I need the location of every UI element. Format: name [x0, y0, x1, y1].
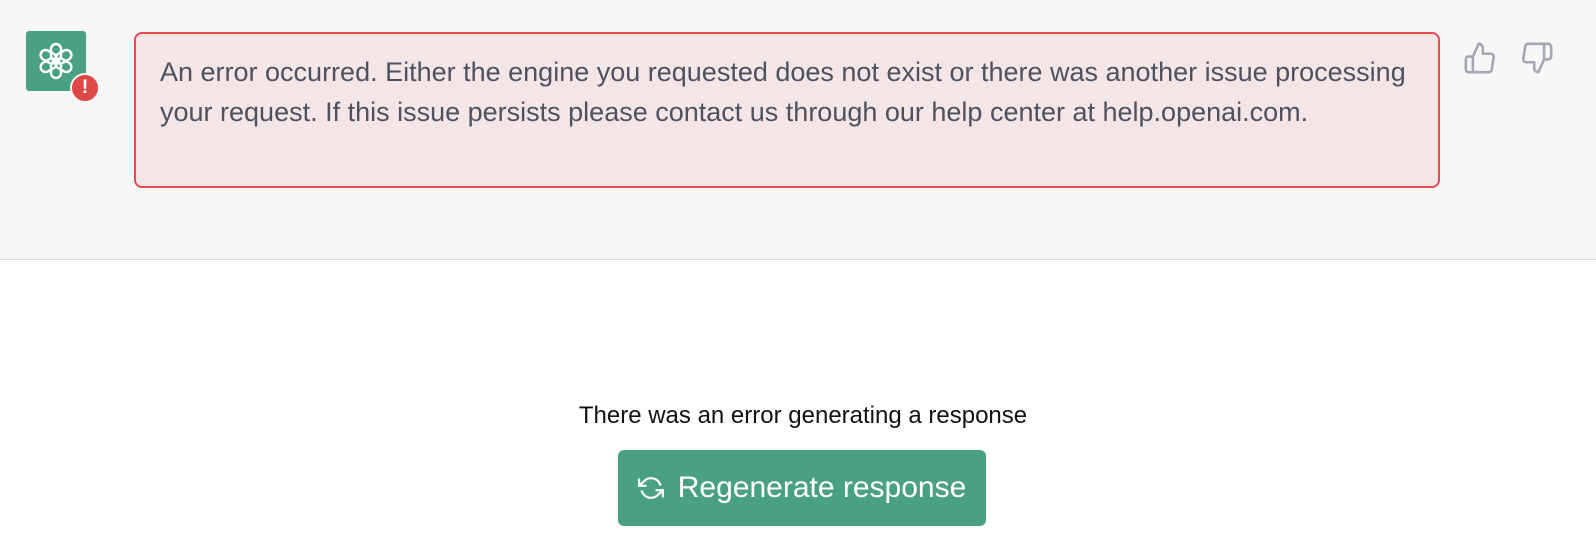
openai-logo-icon	[39, 42, 73, 80]
regenerate-response-button[interactable]: Regenerate response	[618, 450, 986, 526]
thumbs-up-button[interactable]	[1460, 38, 1500, 78]
thumbs-up-icon	[1464, 42, 1495, 74]
error-exclamation-icon: !	[70, 73, 100, 103]
error-message-text: An error occurred. Either the engine you…	[160, 57, 1406, 127]
regenerate-response-label: Regenerate response	[677, 471, 967, 504]
error-message: An error occurred. Either the engine you…	[134, 32, 1440, 188]
refresh-icon	[637, 475, 664, 501]
error-status-text: There was an error generating a response	[578, 402, 1028, 429]
thumbs-down-button[interactable]	[1517, 38, 1557, 78]
thumbs-down-icon	[1522, 42, 1553, 74]
assistant-message-row: ! An error occurred. Either the engine y…	[0, 0, 1596, 260]
